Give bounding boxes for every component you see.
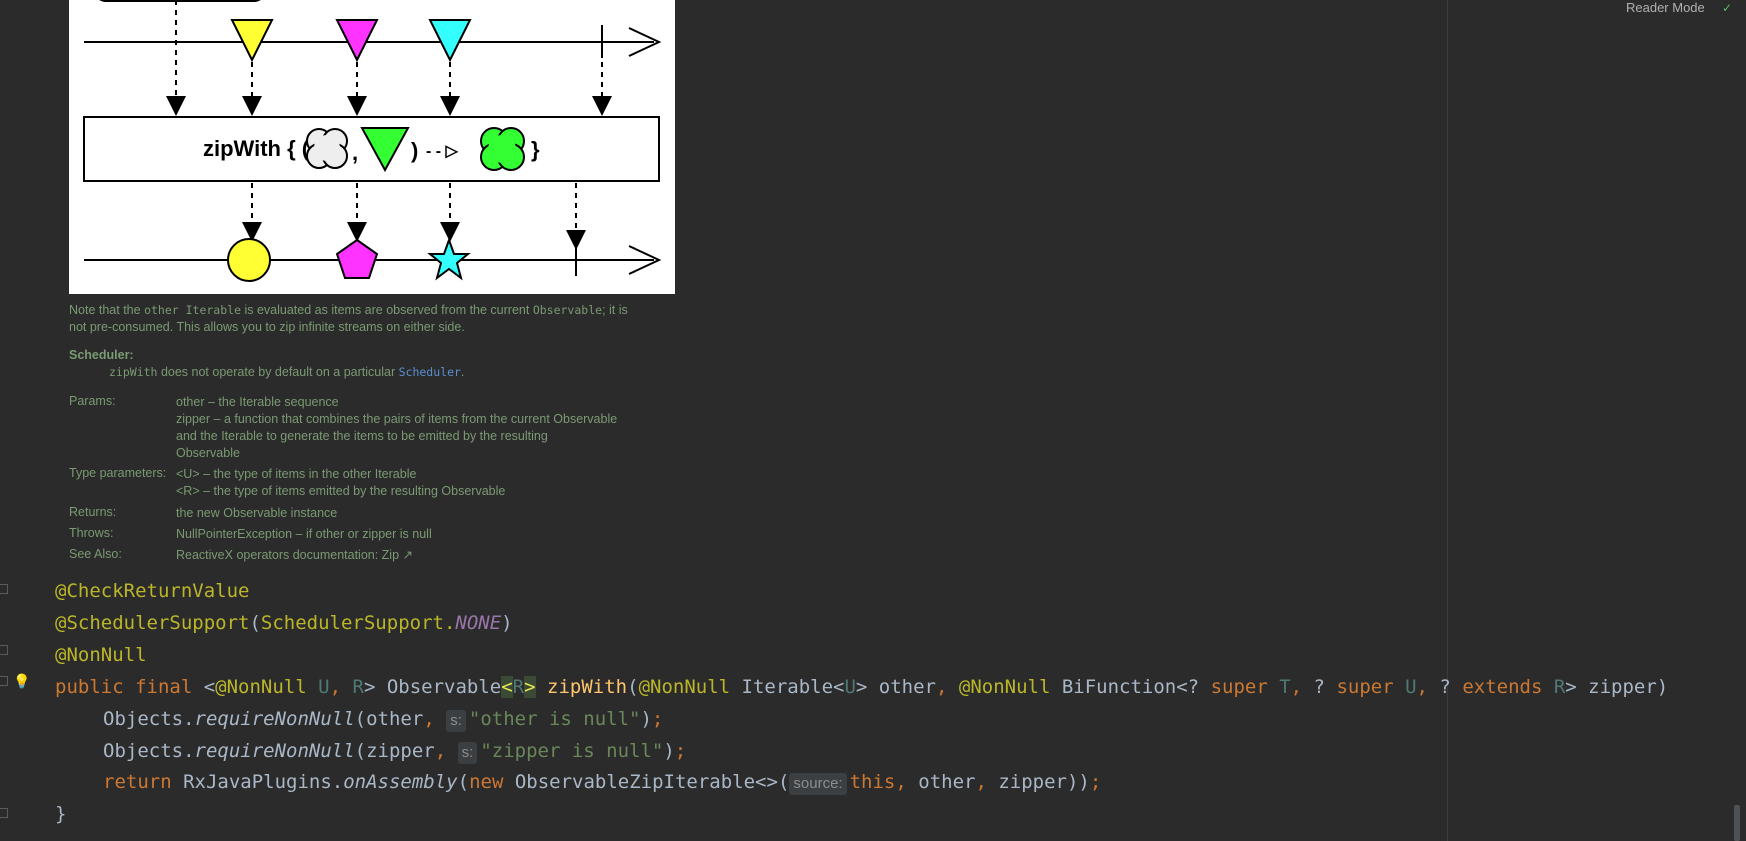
- param-hint: s:: [457, 742, 478, 764]
- fold-marker[interactable]: [0, 808, 8, 818]
- code-line-4: public final <@NonNull U, R> Observable<…: [55, 676, 1669, 698]
- magenta-triangle: [335, 19, 379, 63]
- throws-label: Throws:: [69, 526, 114, 540]
- scrollbar-thumb[interactable]: [1734, 805, 1740, 841]
- yellow-circle: [227, 238, 271, 282]
- code-line-6: Objects.requireNonNull(zipper, s: "zipper…: [103, 740, 687, 764]
- javadoc-render: zipWith { ( , ) - - ▷ } Note that the ot…: [69, 0, 675, 566]
- cyan-star: [427, 237, 471, 281]
- param-hint: s:: [446, 710, 466, 732]
- params-label: Params:: [69, 394, 116, 408]
- code-line-5: Objects.requireNonNull(other, s: "other i…: [103, 708, 664, 732]
- code-line-1: @CheckReturnValue: [55, 580, 250, 602]
- magenta-pentagon: [335, 238, 379, 279]
- operator-box: [83, 116, 660, 182]
- type-params-label: Type parameters:: [69, 466, 167, 480]
- operator-label: zipWith { (: [203, 136, 310, 161]
- code-line-2: @SchedulerSupport(SchedulerSupport.NONE): [55, 612, 513, 634]
- code-line-3: @NonNull: [55, 644, 147, 666]
- npe-link[interactable]: NullPointerException: [176, 527, 292, 541]
- fold-marker[interactable]: [0, 584, 8, 594]
- scheduler-section: Scheduler: zipWith does not operate by d…: [69, 348, 465, 379]
- fold-marker[interactable]: [0, 676, 8, 686]
- params-value: other – the Iterable sequence zipper – a…: [176, 395, 618, 460]
- reader-mode-button[interactable]: Reader Mode: [1626, 0, 1705, 15]
- code-line-8: }: [55, 803, 67, 825]
- marble-diagram: zipWith { ( , ) - - ▷ }: [69, 0, 675, 294]
- cloud-shape: [306, 128, 348, 169]
- transform-arrow: - - ▷: [426, 143, 459, 160]
- svg-text:,: ,: [352, 140, 358, 165]
- param-hint: source:: [789, 773, 847, 795]
- throws-value: NullPointerException – if other or zippe…: [176, 527, 432, 541]
- checkmark-icon[interactable]: ✓: [1722, 1, 1732, 15]
- reactivex-docs-link[interactable]: ReactiveX operators documentation: Zip ↗: [176, 548, 413, 562]
- fold-marker[interactable]: [0, 645, 8, 655]
- see-also-value: ReactiveX operators documentation: Zip ↗: [176, 547, 413, 564]
- lightbulb-icon[interactable]: 💡: [13, 674, 30, 690]
- type-params-value: <U> – the type of items in the other Ite…: [176, 467, 506, 498]
- cyan-triangle: [428, 19, 472, 63]
- note-paragraph: Note that the other Iterable is evaluate…: [69, 303, 628, 334]
- returns-value: the new Observable instance: [176, 506, 338, 520]
- code-editor[interactable]: @CheckReturnValue @SchedulerSupport(Sche…: [0, 0, 1668, 825]
- marble-diagram-svg: zipWith { ( , ) - - ▷ }: [83, 0, 662, 282]
- green-cloud-shape: [480, 127, 525, 171]
- svg-text:): ): [411, 138, 418, 163]
- svg-text:}: }: [531, 137, 540, 162]
- returns-label: Returns:: [69, 505, 117, 519]
- scheduler-link[interactable]: Scheduler: [399, 365, 461, 379]
- right-margin-guide: [1447, 0, 1448, 841]
- see-also-label: See Also:: [69, 547, 122, 561]
- code-line-7: return RxJavaPlugins.onAssembly(new Obse…: [103, 771, 1102, 795]
- yellow-triangle: [230, 19, 274, 63]
